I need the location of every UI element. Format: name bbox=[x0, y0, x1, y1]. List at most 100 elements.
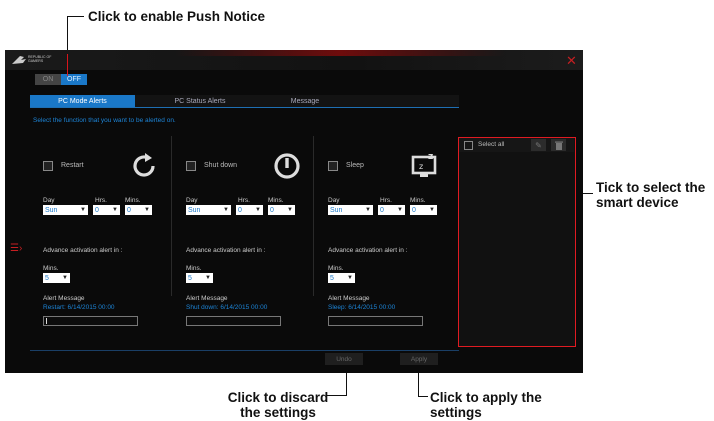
advance-mins-select[interactable]: 5 ▼ bbox=[186, 273, 213, 283]
description-text: Select the function that you want to be … bbox=[33, 117, 176, 124]
alert-message-input[interactable] bbox=[186, 316, 281, 326]
day-select[interactable]: Sun ▼ bbox=[43, 205, 88, 215]
chevron-down-icon: ▼ bbox=[80, 207, 86, 213]
day-select[interactable]: Sun ▼ bbox=[328, 205, 373, 215]
alert-message-value: Sleep: 6/14/2015 00:00 bbox=[328, 304, 396, 311]
chevron-down-icon: ▼ bbox=[112, 207, 118, 213]
day-label: Day bbox=[43, 197, 55, 204]
select-all-checkbox[interactable] bbox=[464, 141, 473, 150]
advance-mins-label: Mins. bbox=[186, 265, 202, 272]
advance-mins-value: 5 bbox=[45, 274, 49, 282]
smart-device-panel: Select all ✎ bbox=[458, 137, 576, 347]
power-icon bbox=[274, 153, 300, 179]
trash-icon[interactable] bbox=[551, 139, 566, 151]
alert-column-restart: Restart Day Hrs. Mins. Sun ▼ 0 ▼ 0 ▼ Advanc… bbox=[43, 151, 178, 326]
chevron-down-icon: ▼ bbox=[144, 207, 150, 213]
bottom-divider bbox=[30, 350, 459, 351]
sidebar-expand-icon[interactable]: ☰› bbox=[10, 243, 22, 254]
toggle-off[interactable]: OFF bbox=[61, 74, 87, 85]
day-value: Sun bbox=[188, 206, 201, 214]
leader-discard-horizontal bbox=[327, 395, 347, 396]
chevron-down-icon: ▼ bbox=[287, 207, 293, 213]
hrs-value: 0 bbox=[380, 206, 384, 214]
svg-text:z: z bbox=[419, 162, 423, 171]
mins-select[interactable]: 0 ▼ bbox=[410, 205, 437, 215]
chevron-down-icon: ▼ bbox=[347, 275, 353, 281]
advance-mins-label: Mins. bbox=[328, 265, 344, 272]
shutdown-label: Shut down bbox=[204, 162, 238, 169]
mins-value: 0 bbox=[270, 206, 274, 214]
day-label: Day bbox=[186, 197, 198, 204]
alert-message-input[interactable] bbox=[43, 316, 138, 326]
apply-button[interactable]: Apply bbox=[400, 353, 438, 365]
toggle-on[interactable]: ON bbox=[35, 74, 61, 85]
alert-message-label: Alert Message bbox=[43, 295, 85, 302]
day-value: Sun bbox=[45, 206, 58, 214]
mins-select[interactable]: 0 ▼ bbox=[268, 205, 295, 215]
chevron-down-icon: ▼ bbox=[62, 275, 68, 281]
hrs-label: Hrs. bbox=[380, 197, 392, 204]
mins-value: 0 bbox=[127, 206, 131, 214]
mins-select[interactable]: 0 ▼ bbox=[125, 205, 152, 215]
leader-push-red bbox=[67, 54, 68, 76]
callout-apply-line1: Click to apply the bbox=[430, 390, 542, 405]
hrs-label: Hrs. bbox=[238, 197, 250, 204]
app-window: REPUBLIC OF GAMERS ✕ ON OFF PC Mode Aler… bbox=[5, 50, 583, 373]
select-all-label: Select all bbox=[478, 141, 505, 148]
advance-mins-value: 5 bbox=[188, 274, 192, 282]
title-bar: REPUBLIC OF GAMERS ✕ bbox=[5, 50, 583, 70]
mins-value: 0 bbox=[412, 206, 416, 214]
chevron-down-icon: ▼ bbox=[255, 207, 261, 213]
edit-icon[interactable]: ✎ bbox=[531, 139, 546, 151]
hrs-select[interactable]: 0 ▼ bbox=[93, 205, 120, 215]
tab-pc-status-alerts[interactable]: PC Status Alerts bbox=[135, 95, 265, 107]
device-panel-header: Select all ✎ bbox=[459, 138, 574, 152]
hrs-value: 0 bbox=[238, 206, 242, 214]
advance-label: Advance activation alert in : bbox=[43, 247, 123, 254]
chevron-down-icon: ▼ bbox=[365, 207, 371, 213]
alert-column-sleep: Sleep z z Day Hrs. Mins. Sun ▼ 0 ▼ 0 ▼ Adva… bbox=[328, 151, 463, 326]
tab-pc-mode-alerts[interactable]: PC Mode Alerts bbox=[30, 95, 135, 107]
push-notice-toggle[interactable]: ON OFF bbox=[35, 74, 87, 85]
restart-checkbox[interactable] bbox=[43, 161, 53, 171]
hrs-label: Hrs. bbox=[95, 197, 107, 204]
leader-push-horizontal bbox=[67, 16, 84, 17]
chevron-down-icon: ▼ bbox=[205, 275, 211, 281]
tab-message[interactable]: Message bbox=[265, 95, 345, 107]
callout-select-device: Tick to select the smart device bbox=[596, 180, 705, 210]
mins-label: Mins. bbox=[410, 197, 426, 204]
logo-text-line2: GAMERS bbox=[28, 59, 44, 63]
hrs-value: 0 bbox=[95, 206, 99, 214]
alert-message-input[interactable] bbox=[328, 316, 423, 326]
leader-apply-horizontal bbox=[418, 396, 428, 397]
close-icon[interactable]: ✕ bbox=[566, 53, 577, 69]
alert-message-label: Alert Message bbox=[186, 295, 228, 302]
shutdown-checkbox[interactable] bbox=[186, 161, 196, 171]
advance-mins-select[interactable]: 5 ▼ bbox=[328, 273, 355, 283]
callout-select-device-line2: smart device bbox=[596, 195, 679, 210]
advance-mins-label: Mins. bbox=[43, 265, 59, 272]
alert-message-label: Alert Message bbox=[328, 295, 370, 302]
sleep-checkbox[interactable] bbox=[328, 161, 338, 171]
hrs-select[interactable]: 0 ▼ bbox=[236, 205, 263, 215]
svg-text:z: z bbox=[428, 152, 433, 162]
chevron-down-icon: ▼ bbox=[397, 207, 403, 213]
alert-tabs: PC Mode Alerts PC Status Alerts Message bbox=[30, 95, 459, 108]
chevron-down-icon: ▼ bbox=[223, 207, 229, 213]
sleep-icon: z z bbox=[411, 152, 437, 177]
advance-mins-select[interactable]: 5 ▼ bbox=[43, 273, 70, 283]
day-value: Sun bbox=[330, 206, 343, 214]
hrs-select[interactable]: 0 ▼ bbox=[378, 205, 405, 215]
day-label: Day bbox=[328, 197, 340, 204]
rog-logo: REPUBLIC OF GAMERS bbox=[11, 53, 53, 67]
callout-discard-line2: the settings bbox=[240, 405, 316, 420]
undo-button[interactable]: Undo bbox=[325, 353, 363, 365]
callout-apply-line2: settings bbox=[430, 405, 482, 420]
advance-label: Advance activation alert in : bbox=[328, 247, 408, 254]
advance-label: Advance activation alert in : bbox=[186, 247, 266, 254]
mins-label: Mins. bbox=[268, 197, 284, 204]
chevron-down-icon: ▼ bbox=[429, 207, 435, 213]
alert-message-value: Shut down: 6/14/2015 00:00 bbox=[186, 304, 268, 311]
callout-discard-line1: Click to discard bbox=[227, 390, 329, 405]
day-select[interactable]: Sun ▼ bbox=[186, 205, 231, 215]
